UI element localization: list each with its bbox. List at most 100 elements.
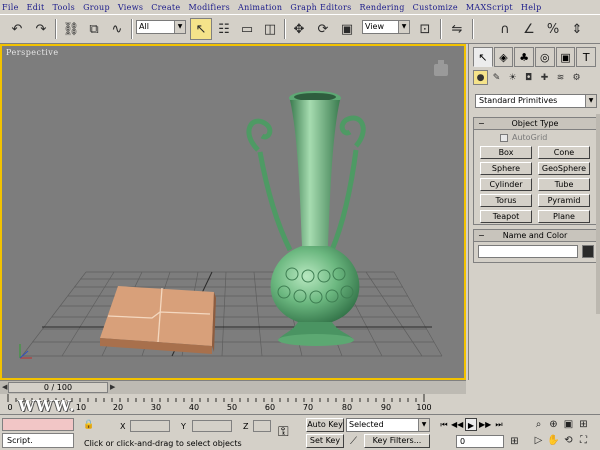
menu-views[interactable]: Views [118, 3, 143, 12]
auto-key-button[interactable]: Auto Key [306, 418, 344, 432]
menu-tools[interactable]: Tools [53, 3, 76, 12]
utilities-tab-icon[interactable]: T [576, 47, 597, 67]
key-mode-icon[interactable]: ⚿ [278, 424, 289, 440]
window-crossing-icon[interactable]: ◫ [259, 18, 281, 40]
spinner-snap-icon[interactable]: ⇕ [566, 18, 588, 40]
time-slider[interactable]: ◀ 0 / 100 ▶ [0, 380, 466, 394]
lights-icon[interactable]: ☀ [505, 70, 520, 85]
object-name-input[interactable] [478, 245, 578, 258]
geosphere-button[interactable]: GeoSphere [538, 162, 590, 175]
move-icon[interactable]: ✥ [288, 18, 310, 40]
maximize-viewport-icon[interactable]: ⛶ [577, 434, 590, 447]
viewport-nav-icon [434, 60, 448, 76]
snap-icon[interactable]: ∩ [494, 18, 516, 40]
pan-icon[interactable]: ✋ [547, 434, 560, 447]
rectangular-selection-icon[interactable]: ▭ [236, 18, 258, 40]
menu-edit[interactable]: Edit [27, 3, 45, 12]
selection-filter-dropdown[interactable]: All ▼ [136, 20, 186, 34]
zoom-all-icon[interactable]: ⊕ [547, 418, 560, 431]
key-filters-button[interactable]: Key Filters... [364, 434, 430, 448]
cylinder-button[interactable]: Cylinder [480, 178, 532, 191]
category-dropdown[interactable]: Standard Primitives ▼ [475, 94, 597, 108]
current-frame-field[interactable]: 0 [456, 435, 504, 448]
name-and-color-header[interactable]: − Name and Color [474, 230, 596, 242]
previous-key-icon[interactable]: ◀◀ [451, 418, 463, 431]
scale-icon[interactable]: ▣ [336, 18, 358, 40]
mirror-icon[interactable]: ⇋ [446, 18, 468, 40]
selection-lock-icon[interactable]: 🔒 [82, 420, 96, 432]
bind-space-warp-icon[interactable]: ∿ [106, 18, 128, 40]
create-tab-icon[interactable]: ↖ [473, 47, 493, 67]
geometry-icon[interactable]: ● [473, 70, 488, 85]
next-frame-icon[interactable]: ▶ [110, 383, 115, 391]
menu-file[interactable]: File [2, 3, 19, 12]
go-to-start-icon[interactable]: ⏮ [438, 418, 450, 431]
percent-snap-icon[interactable]: % [542, 18, 564, 40]
menu-animation[interactable]: Animation [238, 3, 282, 12]
sphere-button[interactable]: Sphere [480, 162, 532, 175]
key-selection-dropdown[interactable]: Selected ▼ [346, 418, 430, 432]
reference-coord-dropdown[interactable]: View ▼ [362, 20, 410, 34]
redo-icon[interactable]: ↷ [30, 18, 52, 40]
name-and-color-rollout: − Name and Color [473, 229, 597, 263]
menu-help[interactable]: Help [521, 3, 542, 12]
zoom-extents-icon[interactable]: ▣ [562, 418, 575, 431]
prev-frame-icon[interactable]: ◀ [2, 383, 7, 391]
arc-rotate-icon[interactable]: ⟲ [562, 434, 575, 447]
teapot-button[interactable]: Teapot [480, 210, 532, 223]
rotate-icon[interactable]: ⟳ [312, 18, 334, 40]
zoom-icon[interactable]: ⌕ [532, 418, 545, 431]
tube-button[interactable]: Tube [538, 178, 590, 191]
cameras-icon[interactable]: ◘ [521, 70, 536, 85]
time-slider-thumb[interactable]: 0 / 100 [8, 382, 108, 393]
menu-graph-editors[interactable]: Graph Editors [290, 3, 351, 12]
menu-create[interactable]: Create [151, 3, 180, 12]
plane-button[interactable]: Plane [538, 210, 590, 223]
select-object-icon[interactable]: ↖ [190, 18, 212, 40]
menu-group[interactable]: Group [83, 3, 110, 12]
angle-snap-icon[interactable]: ∠ [518, 18, 540, 40]
cone-button[interactable]: Cone [538, 146, 590, 159]
pivot-icon[interactable]: ⊡ [414, 18, 436, 40]
helpers-icon[interactable]: ✚ [537, 70, 552, 85]
unlink-icon[interactable]: ⧉ [83, 18, 105, 40]
menu-rendering[interactable]: Rendering [360, 3, 405, 12]
display-tab-icon[interactable]: ▣ [555, 47, 576, 67]
hierarchy-tab-icon[interactable]: ♣ [514, 47, 535, 67]
x-coord-field[interactable] [130, 420, 170, 432]
object-type-header[interactable]: − Object Type [474, 118, 596, 130]
command-panel-scrollbar[interactable] [596, 114, 600, 314]
set-key-button[interactable]: Set Key [306, 434, 344, 448]
play-icon[interactable]: ▶ [465, 418, 477, 431]
link-icon[interactable]: ⛓ [60, 18, 82, 40]
zoom-extents-all-icon[interactable]: ⊞ [577, 418, 590, 431]
box-button[interactable]: Box [480, 146, 532, 159]
shapes-icon[interactable]: ✎ [489, 70, 504, 85]
y-coord-field[interactable] [192, 420, 232, 432]
object-color-swatch[interactable] [582, 245, 594, 258]
default-tangent-icon[interactable]: ⟋ [347, 435, 360, 448]
reference-coord-value: View [365, 22, 384, 31]
time-config-icon[interactable]: ⊞ [508, 435, 521, 448]
space-warps-icon[interactable]: ≋ [553, 70, 568, 85]
motion-tab-icon[interactable]: ◎ [535, 47, 555, 67]
maxscript-listener-top[interactable] [2, 418, 74, 431]
viewport-label[interactable]: Perspective [6, 48, 59, 57]
torus-button[interactable]: Torus [480, 194, 532, 207]
menu-modifiers[interactable]: Modifiers [188, 3, 230, 12]
systems-icon[interactable]: ⚙ [569, 70, 584, 85]
autogrid-checkbox[interactable]: AutoGrid [500, 133, 547, 142]
viewport-scene [19, 60, 448, 359]
z-coord-field[interactable] [253, 420, 271, 432]
modify-tab-icon[interactable]: ◈ [493, 47, 514, 67]
next-key-icon[interactable]: ▶▶ [479, 418, 491, 431]
menu-maxscript[interactable]: MAXScript [466, 3, 513, 12]
menu-customize[interactable]: Customize [413, 3, 458, 12]
go-to-end-icon[interactable]: ⏭ [493, 418, 505, 431]
select-by-name-icon[interactable]: ☷ [213, 18, 235, 40]
maxscript-listener[interactable]: Script. [2, 433, 74, 448]
perspective-viewport[interactable]: Perspective [0, 44, 466, 380]
pyramid-button[interactable]: Pyramid [538, 194, 590, 207]
undo-icon[interactable]: ↶ [6, 18, 28, 40]
field-of-view-icon[interactable]: ▷ [532, 434, 545, 447]
